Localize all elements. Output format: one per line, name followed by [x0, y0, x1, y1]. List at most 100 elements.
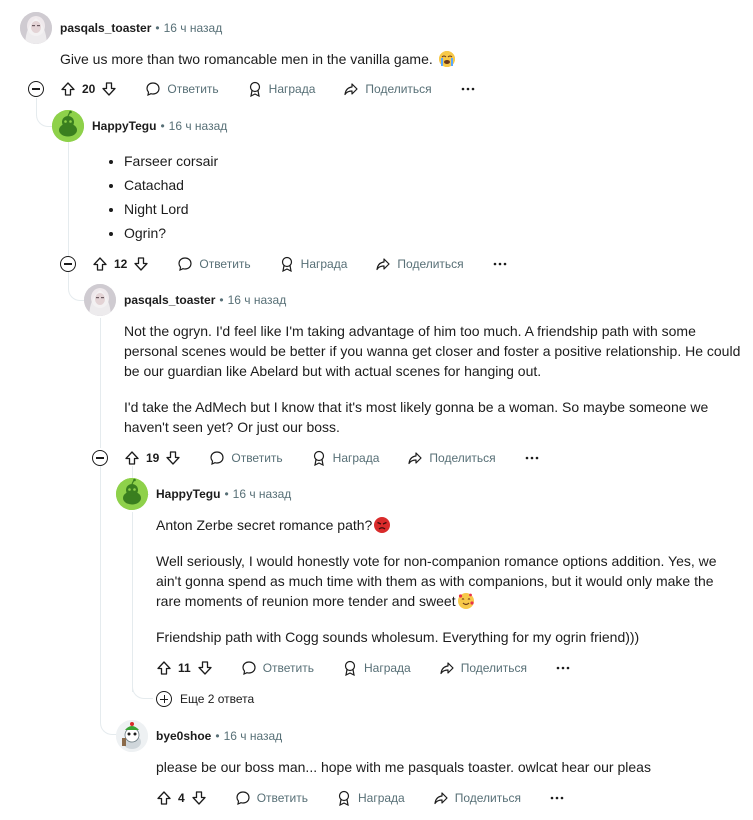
collapse-thread-button[interactable]: [28, 81, 44, 97]
reply-button[interactable]: Ответить: [209, 450, 283, 466]
share-button[interactable]: Поделиться: [375, 256, 464, 272]
downvote-icon[interactable]: [191, 790, 207, 806]
comment-meta: pasqals_toaster • 16 ч назад: [124, 293, 287, 307]
collapse-thread-button[interactable]: [60, 256, 76, 272]
comment-meta: bye0shoe • 16 ч назад: [156, 729, 283, 743]
avatar[interactable]: [116, 478, 148, 510]
vote-count: 11: [178, 661, 191, 675]
award-icon: [338, 790, 350, 806]
vote-count: 4: [178, 791, 185, 805]
paragraph: Not the ogryn. I'd feel like I'm taking …: [124, 323, 741, 379]
thread-connector: [68, 272, 85, 301]
username[interactable]: HappyTegu: [92, 119, 156, 133]
award-icon: [281, 256, 292, 272]
paragraph: Anton Zerbe secret romance path?: [156, 515, 736, 535]
comment-actions: 12 Ответить Награда Поделиться: [92, 252, 508, 276]
comment-icon: [146, 82, 160, 96]
share-icon: [408, 452, 423, 465]
share-icon: [440, 662, 454, 675]
award-icon: [249, 81, 260, 97]
timestamp[interactable]: 16 ч назад: [233, 487, 292, 501]
downvote-icon[interactable]: [133, 256, 149, 272]
thread-line: [132, 512, 133, 692]
thread-connector: [132, 670, 153, 699]
award-button[interactable]: Награда: [311, 450, 379, 466]
award-button[interactable]: Награда: [279, 256, 347, 272]
more-options-icon[interactable]: [460, 81, 476, 97]
more-options-icon[interactable]: [524, 450, 540, 466]
comment-icon: [210, 451, 224, 465]
thread-line: [68, 142, 69, 256]
thread-connector: [36, 100, 53, 127]
more-replies-button[interactable]: Еще 2 ответа: [156, 691, 254, 707]
paragraph: Friendship path with Cogg sounds wholesu…: [156, 629, 640, 645]
upvote-icon[interactable]: [156, 660, 172, 676]
comment-icon: [178, 257, 192, 271]
award-icon: [313, 450, 324, 466]
comment-body: Not the ogryn. I'd feel like I'm taking …: [124, 321, 744, 437]
comment-actions: 4 Ответить Награда Поделиться: [156, 786, 565, 810]
avatar[interactable]: [116, 720, 148, 752]
share-icon: [434, 792, 448, 805]
paragraph: please be our boss man... hope with me p…: [156, 759, 651, 775]
vote-count: 20: [82, 82, 96, 96]
award-button[interactable]: Награда: [247, 81, 315, 97]
comment-actions: 11 Ответить Награда Поделиться: [156, 656, 571, 680]
upvote-icon[interactable]: [124, 450, 140, 466]
award-button[interactable]: Награда: [342, 660, 411, 676]
comment-body: please be our boss man... hope with me p…: [156, 757, 736, 777]
reply-button[interactable]: Ответить: [241, 660, 314, 676]
username[interactable]: pasqals_toaster: [60, 21, 151, 35]
downvote-icon[interactable]: [165, 450, 181, 466]
upvote-icon[interactable]: [156, 790, 172, 806]
comment-body: Anton Zerbe secret romance path? Well se…: [156, 515, 736, 647]
upvote-icon[interactable]: [60, 81, 76, 97]
reply-button[interactable]: Ответить: [235, 790, 308, 806]
username[interactable]: bye0shoe: [156, 729, 211, 743]
avatar[interactable]: [52, 110, 84, 142]
paragraph: Well seriously, I would honestly vote fo…: [156, 553, 717, 609]
award-button[interactable]: Награда: [336, 790, 405, 806]
plus-circle-icon: [156, 691, 172, 707]
comment-actions: 20 Ответить Награда Поделиться: [60, 77, 476, 101]
crying-emoji-icon: [438, 51, 455, 67]
thread-line: [100, 318, 101, 448]
comment-body: Give us more than two romancable men in …: [60, 49, 720, 69]
comment-icon: [242, 661, 256, 675]
avatar[interactable]: [84, 284, 116, 316]
comment-meta: pasqals_toaster • 16 ч назад: [60, 21, 223, 35]
avatar[interactable]: [20, 12, 52, 44]
reply-button[interactable]: Ответить: [177, 256, 251, 272]
downvote-icon[interactable]: [197, 660, 213, 676]
smiling-hearts-emoji-icon: [457, 593, 474, 609]
vote-count: 12: [114, 257, 128, 271]
timestamp[interactable]: 16 ч назад: [164, 21, 223, 35]
comment-actions: 19 Ответить Награда Поделиться: [124, 446, 540, 470]
share-button[interactable]: Поделиться: [343, 81, 432, 97]
comment-icon: [236, 791, 250, 805]
comment-meta: HappyTegu • 16 ч назад: [92, 119, 228, 133]
share-icon: [344, 83, 359, 96]
reply-button[interactable]: Ответить: [145, 81, 219, 97]
list-item: Catachad: [124, 173, 702, 197]
downvote-icon[interactable]: [101, 81, 117, 97]
upvote-icon[interactable]: [92, 256, 108, 272]
more-options-icon[interactable]: [549, 790, 565, 806]
more-options-icon[interactable]: [555, 660, 571, 676]
username[interactable]: pasqals_toaster: [124, 293, 215, 307]
share-button[interactable]: Поделиться: [433, 790, 521, 806]
list-item: Farseer corsair: [124, 149, 702, 173]
thread-connector: [100, 466, 117, 735]
list-item: Ogrin?: [124, 221, 702, 245]
share-icon: [376, 258, 391, 271]
comment-body: Farseer corsair Catachad Night Lord Ogri…: [102, 149, 702, 245]
timestamp[interactable]: 16 ч назад: [228, 293, 287, 307]
award-icon: [344, 660, 356, 676]
timestamp[interactable]: 16 ч назад: [224, 729, 283, 743]
timestamp[interactable]: 16 ч назад: [169, 119, 228, 133]
share-button[interactable]: Поделиться: [439, 660, 527, 676]
more-options-icon[interactable]: [492, 256, 508, 272]
username[interactable]: HappyTegu: [156, 487, 220, 501]
share-button[interactable]: Поделиться: [407, 450, 496, 466]
collapse-thread-button[interactable]: [92, 450, 108, 466]
